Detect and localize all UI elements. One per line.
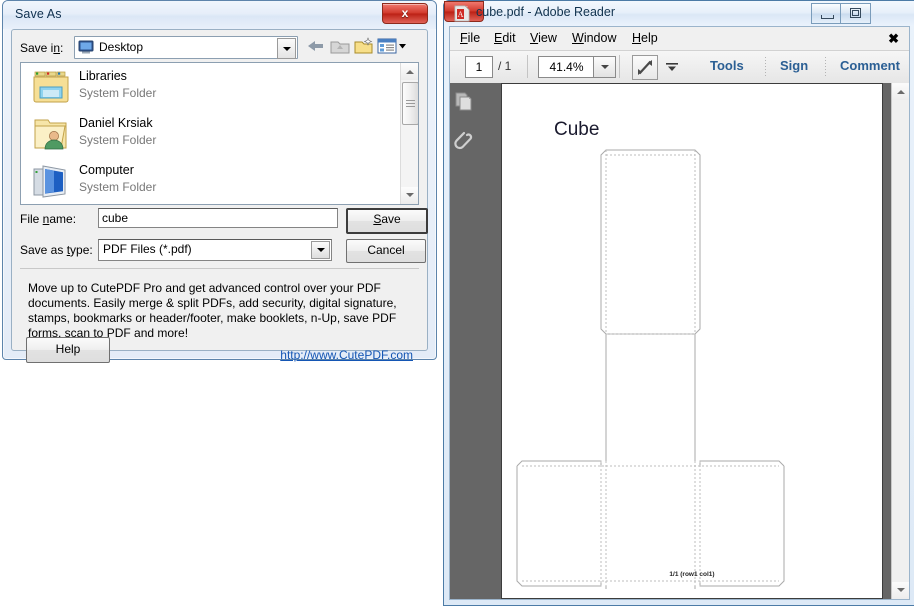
cube-net-drawing	[516, 149, 785, 589]
navigation-pane	[450, 83, 478, 599]
comment-button[interactable]: Comment	[840, 58, 900, 73]
scroll-up-icon[interactable]	[892, 83, 909, 100]
list-item-name: Daniel Krsiak	[79, 116, 153, 130]
menu-view[interactable]: View	[530, 31, 557, 45]
help-button[interactable]: Help	[26, 337, 110, 363]
cutepdf-link[interactable]: http://www.CutePDF.com	[280, 348, 413, 362]
file-name-input[interactable]: cube	[98, 208, 338, 228]
minimize-icon[interactable]	[811, 3, 842, 24]
list-item-sub: System Folder	[79, 133, 157, 147]
document-scrollbar[interactable]	[891, 83, 909, 599]
libraries-folder-icon	[33, 71, 69, 103]
save-as-title: Save As	[15, 7, 62, 21]
reader-window-title: cube.pdf - Adobe Reader	[476, 5, 615, 19]
page-total-label: / 1	[498, 59, 512, 73]
save-as-dialog: Save As x Save in: Desktop Libraries Sys…	[2, 0, 437, 363]
menu-file[interactable]: File	[460, 31, 480, 45]
menu-edit[interactable]: Edit	[494, 31, 516, 45]
page-footer-text: 1/1 (row1 col1)	[669, 571, 715, 578]
save-in-combobox[interactable]: Desktop	[74, 36, 298, 59]
chevron-down-icon[interactable]	[593, 56, 616, 78]
pdf-page: Cube 1/1 (row1 col1)	[501, 83, 883, 599]
zoom-level-input[interactable]: 41.4%	[538, 56, 595, 78]
promo-text: Move up to CutePDF Pro and get advanced …	[28, 281, 397, 340]
chevron-down-icon[interactable]	[277, 38, 296, 59]
views-icon[interactable]	[376, 34, 406, 58]
save-as-titlebar[interactable]: Save As x	[3, 1, 436, 29]
reader-toolbar: 1 / 1 41.4% Tools Sign Comment	[450, 51, 909, 84]
file-list[interactable]: Libraries System Folder Daniel Krsiak Sy…	[20, 62, 419, 205]
list-item-name: Libraries	[79, 69, 127, 83]
desktop-icon	[78, 40, 94, 54]
separator	[825, 57, 826, 77]
list-item[interactable]: Computer System Folder	[21, 157, 418, 204]
close-icon[interactable]: x	[382, 3, 428, 24]
fit-page-icon[interactable]	[632, 55, 658, 80]
reader-client-area: File Edit View Window Help ✖ 1 / 1 41.4%	[449, 26, 910, 600]
save-as-type-value: PDF Files (*.pdf)	[103, 242, 192, 256]
list-item-sub: System Folder	[79, 86, 157, 100]
save-button[interactable]: Save	[346, 208, 428, 234]
menu-help[interactable]: Help	[632, 31, 658, 45]
save-as-type-label: Save as type:	[20, 243, 93, 257]
back-arrow-icon[interactable]	[304, 34, 328, 58]
document-view[interactable]: Cube 1/1 (row1 col1)	[477, 83, 909, 599]
scrollbar-thumb[interactable]	[402, 82, 418, 125]
adobe-reader-window: A cube.pdf - Adobe Reader X File Edit Vi…	[443, 0, 914, 606]
reader-titlebar[interactable]: A cube.pdf - Adobe Reader X	[444, 1, 914, 26]
new-folder-icon[interactable]	[352, 34, 376, 58]
separator	[765, 57, 766, 77]
page-number-input[interactable]: 1	[465, 56, 493, 78]
list-item[interactable]: Daniel Krsiak System Folder	[21, 110, 418, 157]
list-item-sub: System Folder	[79, 180, 157, 194]
attachments-paperclip-icon[interactable]	[454, 131, 474, 153]
separator	[527, 55, 528, 78]
tools-button[interactable]: Tools	[710, 58, 744, 73]
svg-text:A: A	[458, 10, 464, 19]
save-in-value: Desktop	[99, 40, 144, 54]
list-item-name: Computer	[79, 163, 134, 177]
separator	[619, 55, 620, 78]
page-thumbnails-icon[interactable]	[454, 91, 474, 113]
scroll-down-icon[interactable]	[892, 582, 909, 599]
more-tools-icon[interactable]	[665, 61, 679, 75]
save-as-type-combobox[interactable]: PDF Files (*.pdf)	[98, 239, 332, 261]
scroll-up-icon[interactable]	[401, 63, 418, 80]
user-folder-icon	[34, 119, 67, 150]
promo-panel: Move up to CutePDF Pro and get advanced …	[20, 268, 419, 381]
menubar: File Edit View Window Help ✖	[450, 27, 909, 51]
save-as-body: Save in: Desktop Libraries System Folder…	[11, 29, 428, 363]
scroll-down-icon[interactable]	[401, 187, 418, 204]
file-list-scrollbar[interactable]	[400, 63, 418, 204]
file-name-label: File name:	[20, 212, 77, 226]
computer-icon	[33, 165, 66, 198]
sign-button[interactable]: Sign	[780, 58, 808, 73]
menu-window[interactable]: Window	[572, 31, 616, 45]
cancel-button[interactable]: Cancel	[346, 239, 426, 263]
list-item[interactable]: Libraries System Folder	[21, 63, 418, 110]
chevron-down-icon[interactable]	[311, 241, 330, 259]
close-document-icon[interactable]: ✖	[888, 31, 899, 47]
adobe-reader-icon: A	[454, 5, 470, 22]
up-folder-icon[interactable]	[328, 34, 352, 58]
restore-icon[interactable]	[840, 3, 871, 24]
save-in-label: Save in:	[20, 41, 64, 55]
